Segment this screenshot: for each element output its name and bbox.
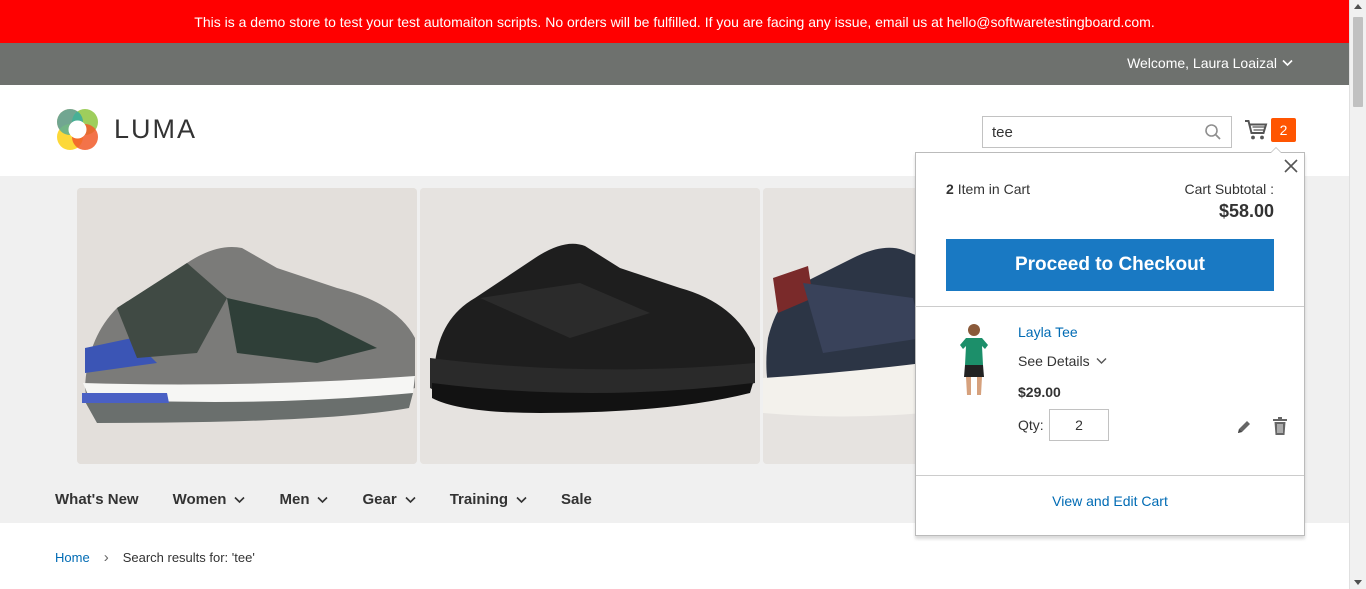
trash-icon[interactable] bbox=[1272, 417, 1288, 435]
scrollbar-thumb[interactable] bbox=[1353, 17, 1363, 107]
search-icon[interactable] bbox=[1204, 123, 1222, 141]
see-details-label: See Details bbox=[1018, 353, 1090, 369]
chevron-down-icon bbox=[1096, 358, 1107, 364]
sneaker-image-1 bbox=[77, 188, 417, 464]
close-icon[interactable] bbox=[1282, 157, 1300, 175]
chevron-down-icon bbox=[317, 496, 329, 503]
nav-item-training[interactable]: Training bbox=[450, 491, 527, 508]
nav-item-gear[interactable]: Gear bbox=[362, 491, 416, 508]
minicart-toggle[interactable]: 2 bbox=[1244, 118, 1296, 142]
search-input[interactable] bbox=[983, 117, 1193, 147]
divider bbox=[916, 475, 1304, 476]
product-name-link[interactable]: Layla Tee bbox=[1018, 324, 1078, 340]
customer-menu[interactable]: Welcome, Laura Loaizal bbox=[1127, 55, 1293, 71]
shopping-cart-icon bbox=[1245, 120, 1268, 140]
sneaker-image-3 bbox=[763, 188, 923, 464]
nav-item-men[interactable]: Men bbox=[279, 491, 329, 508]
nav-item-label: Gear bbox=[362, 491, 397, 508]
demo-notice-text: This is a demo store to test your test a… bbox=[194, 13, 1155, 30]
cart-count-badge: 2 bbox=[1271, 118, 1296, 142]
logo-wordmark: LUMA bbox=[114, 114, 198, 144]
chevron-down-icon bbox=[234, 496, 246, 503]
proceed-to-checkout-button[interactable]: Proceed to Checkout bbox=[946, 239, 1274, 291]
minicart-dropdown: 2 Item in Cart Cart Subtotal : $58.00 Pr… bbox=[915, 147, 1305, 536]
nav-item-women[interactable]: Women bbox=[173, 491, 246, 508]
page-scrollbar[interactable] bbox=[1349, 0, 1366, 589]
breadcrumb-current: Search results for: 'tee' bbox=[122, 550, 255, 565]
scroll-up-arrow-icon[interactable] bbox=[1354, 4, 1362, 9]
pencil-icon[interactable] bbox=[1236, 419, 1252, 435]
scroll-down-arrow-icon[interactable] bbox=[1354, 580, 1362, 585]
minicart-count-number: 2 bbox=[946, 181, 954, 197]
breadcrumb-home-link[interactable]: Home bbox=[55, 550, 90, 565]
nav-item-label: What's New bbox=[55, 491, 139, 508]
luma-logo-icon bbox=[57, 109, 98, 150]
product-price: $29.00 bbox=[1018, 384, 1061, 400]
chevron-down-icon bbox=[405, 496, 416, 503]
nav-item-sale[interactable]: Sale bbox=[561, 491, 592, 508]
minicart-item-count: 2 Item in Cart bbox=[946, 181, 1030, 197]
chevron-down-icon bbox=[1282, 59, 1293, 67]
welcome-text: Welcome, Laura Loaizal bbox=[1127, 55, 1277, 71]
store-logo[interactable]: LUMA bbox=[55, 107, 197, 152]
nav-item-whats-new[interactable]: What's New bbox=[55, 491, 139, 508]
nav-item-label: Men bbox=[279, 491, 310, 508]
search-box bbox=[982, 116, 1232, 148]
top-bar: Welcome, Laura Loaizal bbox=[0, 43, 1349, 85]
nav-item-label: Women bbox=[172, 491, 227, 508]
nav-item-label: Sale bbox=[561, 491, 592, 508]
see-details-toggle[interactable]: See Details bbox=[1018, 353, 1107, 369]
subtotal-amount: $58.00 bbox=[1218, 201, 1274, 221]
qty-label: Qty: bbox=[1018, 417, 1044, 433]
nav-item-label: Training bbox=[449, 491, 509, 508]
view-and-edit-cart-link[interactable]: View and Edit Cart bbox=[916, 493, 1304, 509]
demo-notice-bar: This is a demo store to test your test a… bbox=[0, 0, 1349, 43]
qty-input[interactable] bbox=[1049, 409, 1109, 441]
sneaker-image-2 bbox=[420, 188, 760, 464]
divider bbox=[916, 306, 1304, 307]
breadcrumb-separator: › bbox=[103, 549, 109, 566]
minicart-count-label: Item in Cart bbox=[957, 181, 1031, 197]
breadcrumb: Home › Search results for: 'tee' bbox=[55, 549, 255, 566]
chevron-down-icon bbox=[516, 496, 527, 503]
product-thumbnail[interactable] bbox=[946, 321, 1002, 399]
subtotal-label: Cart Subtotal : bbox=[1184, 181, 1275, 197]
